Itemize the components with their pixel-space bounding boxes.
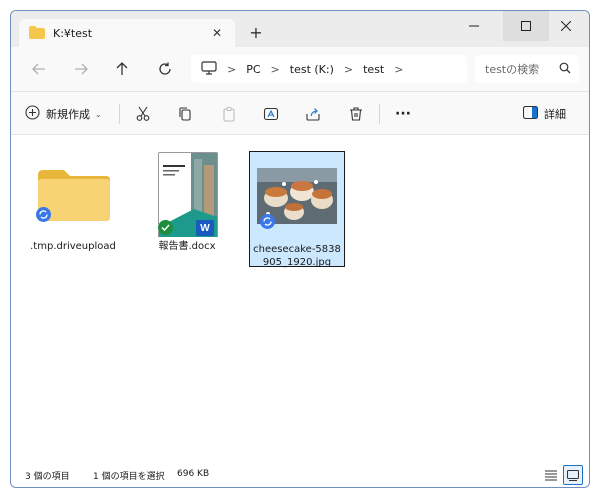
search-input[interactable]: testの検索 — [475, 55, 579, 83]
selection-size: 696 KB — [177, 469, 210, 479]
close-button[interactable] — [543, 11, 589, 41]
chevron-right-icon[interactable]: > — [390, 63, 407, 76]
new-button-label: 新規作成 — [46, 108, 90, 121]
rename-icon[interactable] — [259, 102, 283, 126]
chevron-right-icon[interactable]: > — [340, 63, 357, 76]
copy-icon[interactable] — [173, 102, 197, 126]
new-button[interactable]: 新規作成 ⌄ — [25, 103, 102, 125]
word-document-thumbnail: W — [144, 151, 230, 238]
navigation-bar: > PC > test (K:) > test > testの検索 — [11, 47, 589, 91]
chevron-right-icon[interactable]: > — [223, 63, 240, 76]
search-icon — [559, 62, 571, 77]
file-item-folder[interactable]: .tmp.driveupload — [25, 151, 121, 253]
refresh-icon[interactable] — [153, 57, 177, 81]
breadcrumb-pc[interactable]: PC — [240, 63, 266, 76]
plus-circle-icon — [25, 105, 40, 123]
breadcrumb-drive[interactable]: test (K:) — [284, 63, 340, 76]
address-bar[interactable]: > PC > test (K:) > test > — [191, 55, 467, 83]
back-arrow-icon[interactable] — [27, 57, 51, 81]
selection-count: 1 個の項目を選択 — [93, 472, 165, 482]
delete-icon[interactable] — [344, 102, 368, 126]
more-options-icon[interactable]: ··· — [391, 102, 415, 126]
toolbar-divider — [119, 104, 120, 124]
status-bar: 3 個の項目 1 個の項目を選択 696 KB — [11, 461, 589, 487]
tab-close-icon[interactable]: ✕ — [207, 23, 227, 43]
minimize-button[interactable] — [451, 11, 497, 41]
forward-arrow-icon[interactable] — [69, 57, 93, 81]
new-tab-button[interactable]: + — [245, 21, 267, 43]
image-thumbnail — [254, 154, 340, 240]
file-item-jpg[interactable]: cheesecake-5838905_1920.jpg — [249, 151, 345, 268]
details-view-icon[interactable] — [541, 465, 561, 485]
tab-test[interactable]: K:¥test ✕ — [19, 19, 235, 47]
folder-icon — [29, 24, 45, 43]
monitor-icon — [191, 60, 223, 78]
file-item-docx[interactable]: W 報告書.docx — [139, 151, 235, 253]
share-icon[interactable] — [301, 102, 325, 126]
word-icon: W — [196, 220, 214, 236]
breadcrumb-folder[interactable]: test — [357, 63, 390, 76]
details-label: 詳細 — [544, 108, 566, 121]
file-name: .tmp.driveupload — [30, 241, 116, 252]
details-button[interactable]: 詳細 — [522, 103, 566, 125]
search-placeholder: testの検索 — [485, 63, 540, 76]
cut-icon[interactable] — [131, 102, 155, 126]
sync-icon — [36, 207, 51, 222]
title-bar: K:¥test ✕ + — [11, 11, 589, 47]
large-icons-view-icon[interactable] — [563, 465, 583, 485]
folder-icon — [30, 151, 116, 237]
file-name: 報告書.docx — [158, 241, 216, 252]
sync-icon — [260, 214, 275, 229]
paste-icon[interactable] — [217, 102, 241, 126]
tab-title: K:¥test — [53, 26, 93, 40]
toolbar-divider — [379, 104, 380, 124]
file-list-view[interactable]: .tmp.driveupload W 報告書.docx cheesecake-5… — [11, 135, 589, 461]
file-name: cheesecake-5838905_1920.jpg — [253, 244, 341, 268]
synced-check-icon — [158, 220, 173, 235]
command-bar: 新規作成 ⌄ ··· 詳細 — [11, 91, 589, 135]
chevron-down-icon: ⌄ — [95, 109, 102, 119]
up-arrow-icon[interactable] — [110, 57, 134, 81]
details-pane-icon — [522, 105, 539, 122]
chevron-right-icon[interactable]: > — [267, 63, 284, 76]
item-count: 3 個の項目 — [25, 472, 70, 482]
file-explorer-window: K:¥test ✕ + > PC > test (K:) > test > te… — [10, 10, 590, 488]
